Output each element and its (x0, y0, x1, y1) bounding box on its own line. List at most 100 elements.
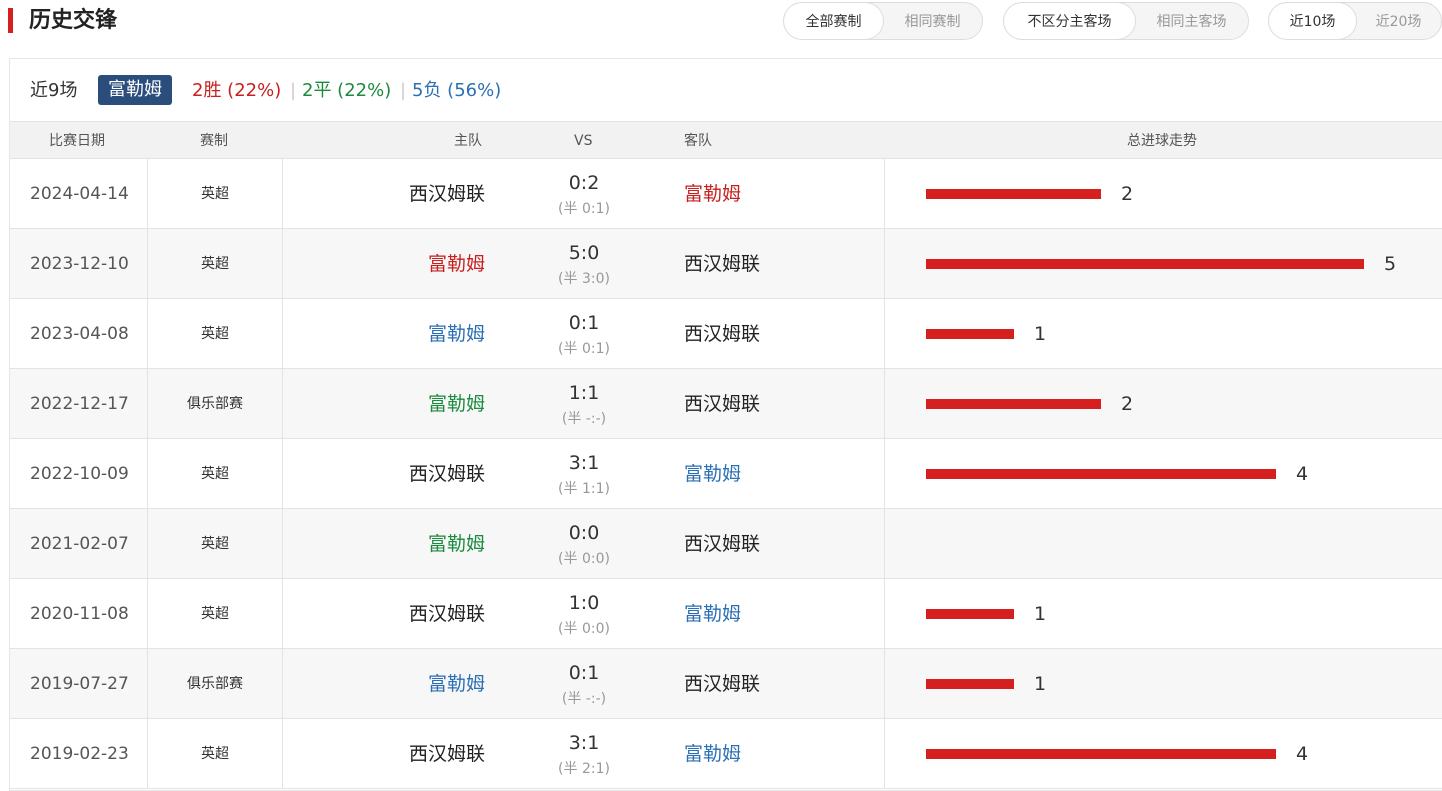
away-team[interactable]: 西汉姆联 (684, 299, 760, 369)
half-time-score: (半 0:0) (558, 551, 610, 567)
column-divider (282, 369, 283, 438)
goal-trend-bar (926, 399, 1101, 409)
match-date: 2019-02-23 (30, 744, 129, 764)
goal-total: 4 (1296, 743, 1309, 765)
match-competition: 英超 (201, 186, 229, 202)
match-row[interactable]: 2019-02-23 英超 西汉姆联 3:1 (半 2:1) 富勒姆 4 (10, 719, 1442, 789)
match-date: 2022-10-09 (30, 464, 129, 484)
match-competition: 英超 (201, 536, 229, 552)
match-date: 2023-04-08 (30, 324, 129, 344)
away-team[interactable]: 富勒姆 (684, 719, 741, 789)
filter-last-20[interactable]: 近20场 (1356, 3, 1441, 39)
away-team[interactable]: 西汉姆联 (684, 649, 760, 719)
match-competition: 俱乐部赛 (187, 676, 243, 692)
match-date: 2024-04-14 (30, 184, 129, 204)
filter-same-competition[interactable]: 相同赛制 (883, 3, 982, 39)
draws-stat: 2平 (22%) (302, 80, 392, 101)
header: 历史交锋 全部赛制 相同赛制 不区分主客场 相同主客场 近10场 近20场 (0, 0, 1442, 48)
wins-stat: 2胜 (22%) (192, 80, 282, 101)
home-team[interactable]: 西汉姆联 (409, 719, 485, 789)
full-time-score: 0:1 (568, 662, 600, 684)
column-divider (884, 369, 885, 438)
home-team[interactable]: 富勒姆 (428, 229, 485, 299)
column-divider (884, 159, 885, 228)
home-team[interactable]: 富勒姆 (428, 509, 485, 579)
separator: | (400, 80, 407, 101)
filter-same-venue[interactable]: 相同主客场 (1135, 3, 1248, 39)
match-row[interactable]: 2021-02-07 英超 富勒姆 0:0 (半 0:0) 西汉姆联 (10, 509, 1442, 579)
goal-trend-bar (926, 679, 1014, 689)
column-divider (884, 439, 885, 508)
match-date: 2022-12-17 (30, 394, 129, 414)
away-team[interactable]: 西汉姆联 (684, 229, 760, 299)
losses-stat: 5负 (56%) (412, 80, 502, 101)
away-team[interactable]: 西汉姆联 (684, 509, 760, 579)
head-to-head-panel: 近9场 富勒姆 2胜 (22%) | 2平 (22%) | 5负 (56%) 比… (9, 58, 1442, 791)
match-competition: 俱乐部赛 (187, 396, 243, 412)
team-tag[interactable]: 富勒姆 (98, 75, 172, 105)
half-time-score: (半 -:-) (561, 411, 607, 427)
full-time-score: 0:0 (568, 522, 600, 544)
goal-trend-bar (926, 749, 1276, 759)
home-team[interactable]: 西汉姆联 (409, 579, 485, 649)
goal-trend-bar (926, 469, 1276, 479)
column-divider (282, 439, 283, 508)
home-team[interactable]: 西汉姆联 (409, 439, 485, 509)
match-competition: 英超 (201, 466, 229, 482)
column-date: 比赛日期 (49, 133, 105, 149)
full-time-score: 0:1 (568, 312, 600, 334)
goal-total: 5 (1384, 253, 1397, 275)
home-team[interactable]: 富勒姆 (428, 649, 485, 719)
away-team[interactable]: 富勒姆 (684, 159, 741, 229)
column-divider (884, 299, 885, 368)
title-accent-bar (8, 8, 13, 33)
match-row[interactable]: 2023-04-08 英超 富勒姆 0:1 (半 0:1) 西汉姆联 1 (10, 299, 1442, 369)
filter-any-venue[interactable]: 不区分主客场 (1004, 3, 1135, 39)
away-team[interactable]: 富勒姆 (684, 439, 741, 509)
goal-trend-bar (926, 329, 1014, 339)
full-time-score: 3:1 (568, 452, 600, 474)
match-row[interactable]: 2020-11-08 英超 西汉姆联 1:0 (半 0:0) 富勒姆 1 (10, 579, 1442, 649)
match-date: 2021-02-07 (30, 534, 129, 554)
column-away: 客队 (684, 133, 712, 149)
match-competition: 英超 (201, 746, 229, 762)
column-divider (282, 719, 283, 788)
half-time-score: (半 0:1) (558, 201, 610, 217)
match-list: 2024-04-14 英超 西汉姆联 0:2 (半 0:1) 富勒姆 2 2023-12-10… (10, 159, 1442, 789)
home-team[interactable]: 富勒姆 (428, 369, 485, 439)
home-team[interactable]: 西汉姆联 (409, 159, 485, 229)
half-time-score: (半 0:1) (558, 341, 610, 357)
filter-all-competitions[interactable]: 全部赛制 (784, 3, 883, 39)
match-row[interactable]: 2023-12-10 英超 富勒姆 5:0 (半 3:0) 西汉姆联 5 (10, 229, 1442, 299)
goal-trend-bar (926, 609, 1014, 619)
goal-total: 2 (1121, 393, 1134, 415)
venue-filter: 不区分主客场 相同主客场 (1003, 2, 1249, 40)
column-home: 主队 (454, 133, 482, 149)
column-divider (884, 509, 885, 578)
column-vs: VS (574, 133, 593, 149)
away-team[interactable]: 富勒姆 (684, 579, 741, 649)
match-row[interactable]: 2022-12-17 俱乐部赛 富勒姆 1:1 (半 -:-) 西汉姆联 2 (10, 369, 1442, 439)
full-time-score: 0:2 (568, 172, 600, 194)
page-title: 历史交锋 (29, 8, 118, 33)
away-team[interactable]: 西汉姆联 (684, 369, 760, 439)
recent-count: 近9场 (30, 80, 78, 101)
match-date: 2023-12-10 (30, 254, 129, 274)
record-summary: 近9场 富勒姆 2胜 (22%) | 2平 (22%) | 5负 (56%) (10, 59, 1442, 121)
table-header: 比赛日期 赛制 主队 VS 客队 总进球走势 (10, 121, 1442, 159)
separator: | (290, 80, 297, 101)
match-row[interactable]: 2022-10-09 英超 西汉姆联 3:1 (半 1:1) 富勒姆 4 (10, 439, 1442, 509)
match-competition: 英超 (201, 326, 229, 342)
column-divider (282, 649, 283, 718)
home-team[interactable]: 富勒姆 (428, 299, 485, 369)
half-time-score: (半 0:0) (558, 621, 610, 637)
match-row[interactable]: 2019-07-27 俱乐部赛 富勒姆 0:1 (半 -:-) 西汉姆联 1 (10, 649, 1442, 719)
column-competition: 赛制 (200, 133, 228, 149)
count-filter: 近10场 近20场 (1268, 2, 1442, 40)
goal-total: 2 (1121, 183, 1134, 205)
match-row[interactable]: 2024-04-14 英超 西汉姆联 0:2 (半 0:1) 富勒姆 2 (10, 159, 1442, 229)
filter-last-10[interactable]: 近10场 (1269, 3, 1356, 39)
column-divider (282, 159, 283, 228)
match-competition: 英超 (201, 606, 229, 622)
full-time-score: 3:1 (568, 732, 600, 754)
